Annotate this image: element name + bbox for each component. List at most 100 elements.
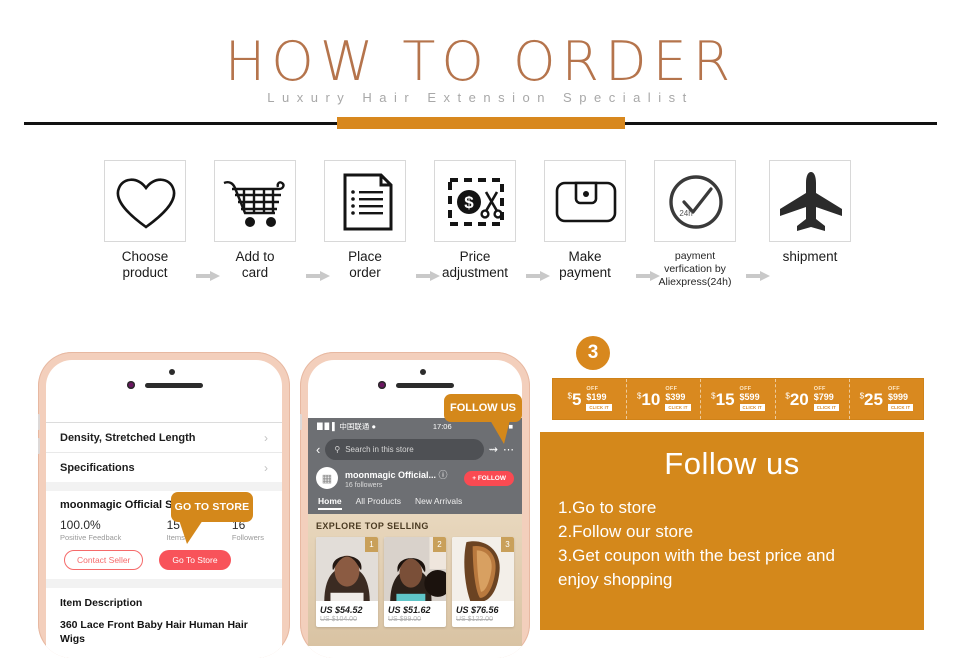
order-steps: Choose product Add to card Place order $… bbox=[0, 160, 961, 300]
row-label: Density, Stretched Length bbox=[60, 431, 196, 444]
contact-seller-button[interactable]: Contact Seller bbox=[64, 550, 144, 570]
store-actions: Contact Seller Go To Store bbox=[60, 550, 268, 570]
coupon-click-button[interactable]: CLICK IT bbox=[586, 404, 612, 412]
wallet-icon bbox=[544, 160, 626, 242]
coupon-amount: $10 bbox=[637, 391, 660, 408]
follow-step: 1.Go to store bbox=[558, 498, 657, 517]
product-thumbnail: 2 bbox=[384, 537, 446, 601]
store-followers: 16 followers bbox=[345, 481, 383, 489]
phone-volume-button bbox=[38, 438, 40, 454]
proximity-sensor-icon bbox=[420, 369, 426, 375]
step-label: payment verfication by Aliexpress(24h) bbox=[648, 250, 742, 289]
step-shipment: shipment bbox=[763, 160, 857, 265]
phone-volume-button bbox=[38, 414, 40, 430]
coupon-minimum: $599 bbox=[739, 392, 760, 403]
divider-accent bbox=[337, 117, 625, 129]
product-card[interactable]: 2 US $51.62 US $99.00 bbox=[384, 537, 446, 627]
callout-follow-us: FOLLOW US bbox=[444, 394, 522, 444]
coupon[interactable]: $20 OFF $799 CLICK IT bbox=[776, 379, 850, 419]
search-input[interactable]: ⚲ Search in this store bbox=[325, 439, 484, 460]
coupon-minimum: $399 bbox=[665, 392, 686, 403]
page-subtitle: Luxury Hair Extension Specialist bbox=[267, 90, 694, 105]
store-profile: ▦ moonmagic Official... ⓘ 16 followers +… bbox=[308, 460, 522, 489]
coupon-value: 25 bbox=[864, 389, 883, 409]
page-title: HOW TO ORDER bbox=[224, 30, 737, 93]
step-number-badge: 3 bbox=[576, 336, 610, 370]
stat-label: Followers bbox=[231, 533, 264, 542]
tab-home[interactable]: Home bbox=[318, 496, 342, 510]
step-label-line1: Add to bbox=[235, 249, 275, 264]
callout-tail bbox=[179, 520, 203, 544]
step-label-line1: payment bbox=[674, 250, 716, 262]
coupon-value: 10 bbox=[641, 389, 661, 409]
share-icon[interactable]: ⇝ bbox=[489, 443, 498, 456]
coupon-click-button[interactable]: CLICK IT bbox=[739, 404, 765, 412]
store-avatar-icon: ▦ bbox=[316, 467, 338, 489]
follow-step: 2.Follow our store bbox=[558, 522, 694, 541]
info-icon[interactable]: ⓘ bbox=[439, 470, 448, 480]
rank-badge: 1 bbox=[365, 537, 378, 552]
earpiece-speaker bbox=[396, 383, 454, 388]
step-label-line2: card bbox=[241, 265, 269, 280]
chevron-left-icon[interactable]: ‹ bbox=[316, 443, 320, 456]
tab-new-arrivals[interactable]: New Arrivals bbox=[415, 496, 462, 510]
product-attribute-row[interactable]: Specifications › bbox=[46, 452, 282, 482]
coupon[interactable]: $15 OFF $599 CLICK IT bbox=[701, 379, 776, 419]
follow-us-steps: 1.Go to store 2.Follow our store 3.Get c… bbox=[540, 496, 924, 592]
product-card[interactable]: 1 US $54.52 US $104.00 bbox=[316, 537, 378, 627]
step-label-line2: payment bbox=[559, 265, 611, 280]
carrier-label: 中国联通 bbox=[339, 421, 370, 431]
step-label: Price adjustment bbox=[428, 249, 522, 281]
store-text: moonmagic Official... ⓘ 16 followers bbox=[345, 468, 457, 489]
more-icon[interactable]: ⋯ bbox=[503, 443, 514, 456]
product-old-price: US $122.00 bbox=[456, 616, 493, 623]
coupon-value: 5 bbox=[571, 389, 582, 409]
arrow-icon bbox=[746, 270, 770, 282]
callout-label: FOLLOW US bbox=[450, 402, 516, 414]
store-screen: ▊▋▌ 中国联通 ● 17:06 ■ ‹ ⚲ Search in this st… bbox=[308, 418, 522, 658]
svg-text:$: $ bbox=[464, 193, 474, 212]
coupon-click-button[interactable]: CLICK IT bbox=[887, 404, 914, 412]
coupon-click-button[interactable]: CLICK IT bbox=[665, 404, 691, 412]
product-card[interactable]: 3 US $76.56 US $122.00 bbox=[452, 537, 514, 627]
coupon-details: OFF $599 CLICK IT bbox=[739, 386, 765, 412]
coupon-amount: $15 bbox=[711, 391, 734, 408]
search-row: ‹ ⚲ Search in this store ⇝ ⋯ bbox=[316, 439, 514, 460]
step-label-line2: adjustment bbox=[441, 265, 509, 280]
step-place-order: Place order bbox=[318, 160, 412, 281]
tab-all-products[interactable]: All Products bbox=[356, 496, 401, 510]
coupon[interactable]: $10 OFF $399 CLICK IT bbox=[627, 379, 702, 419]
follow-us-panel: Follow us 1.Go to store 2.Follow our sto… bbox=[540, 432, 924, 630]
product-price: US $51.62 bbox=[388, 605, 431, 615]
section-divider bbox=[46, 579, 282, 588]
coupon-minimum: $199 bbox=[586, 392, 607, 403]
step-label: shipment bbox=[763, 249, 857, 265]
rank-badge: 2 bbox=[433, 537, 446, 552]
coupon-amount: $20 bbox=[785, 391, 808, 408]
product-attribute-row[interactable]: Density, Stretched Length › bbox=[46, 422, 282, 452]
coupon-amount: $25 bbox=[860, 391, 883, 408]
cart-icon bbox=[214, 160, 296, 242]
product-old-price: US $104.00 bbox=[320, 616, 357, 623]
stat-label: Positive Feedback bbox=[60, 533, 122, 542]
coupon-details: OFF $199 CLICK IT bbox=[586, 386, 612, 412]
callout-go-to-store: GO TO STORE bbox=[171, 492, 253, 544]
status-time: 17:06 bbox=[432, 421, 452, 431]
coupon-details: OFF $399 CLICK IT bbox=[665, 386, 691, 412]
step-label: Choose product bbox=[98, 249, 192, 281]
step-label-line2: verfication by bbox=[664, 263, 726, 275]
store-tabs: Home All Products New Arrivals bbox=[308, 489, 522, 514]
coupon[interactable]: $25 OFF $999 CLICK IT bbox=[850, 379, 923, 419]
coupon-strip: $5 OFF $199 CLICK IT $10 OFF $399 CLICK … bbox=[552, 378, 924, 420]
front-camera-icon bbox=[127, 381, 135, 389]
section-title: EXPLORE TOP SELLING bbox=[316, 521, 429, 531]
go-to-store-button[interactable]: Go To Store bbox=[159, 550, 231, 570]
signal-icon: ▊▋▌ bbox=[317, 421, 338, 431]
follow-step: enjoy shopping bbox=[558, 570, 673, 589]
section-divider bbox=[46, 482, 282, 491]
top-selling-section: EXPLORE TOP SELLING 1 US $54.52 US $104.… bbox=[308, 514, 522, 658]
coupon-click-button[interactable]: CLICK IT bbox=[813, 404, 840, 412]
step-choose-product: Choose product bbox=[98, 160, 192, 281]
follow-button[interactable]: + FOLLOW bbox=[464, 470, 514, 486]
coupon[interactable]: $5 OFF $199 CLICK IT bbox=[553, 379, 628, 419]
